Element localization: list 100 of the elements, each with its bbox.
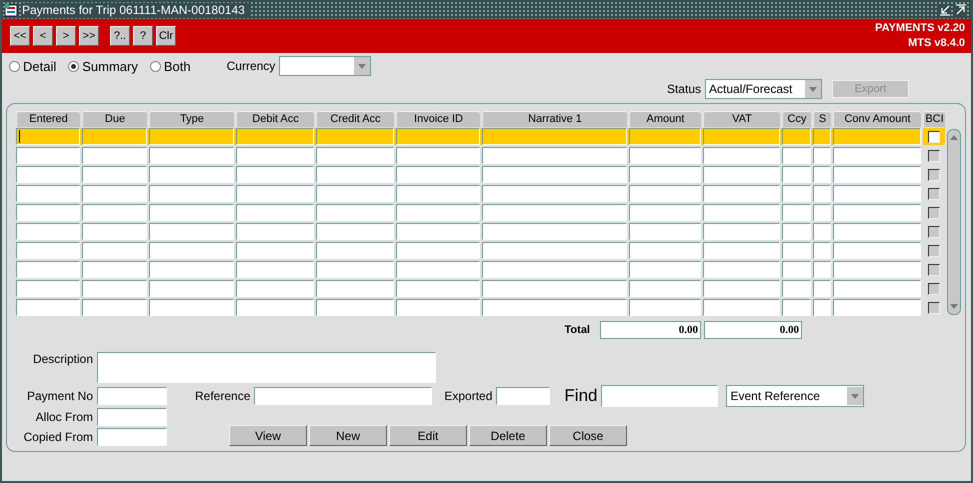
table-cell[interactable]: [629, 261, 701, 278]
table-cell[interactable]: [82, 261, 147, 278]
toolbar-button[interactable]: Clr: [156, 26, 176, 46]
exported-field[interactable]: [496, 387, 550, 405]
table-cell[interactable]: [833, 223, 921, 240]
action-button[interactable]: Delete: [469, 425, 547, 446]
table-cell[interactable]: [703, 242, 780, 259]
table-cell[interactable]: [82, 166, 147, 183]
table-cell[interactable]: [813, 299, 831, 316]
currency-dropdown[interactable]: [279, 56, 372, 76]
table-cell[interactable]: [703, 261, 780, 278]
table-cell[interactable]: [82, 185, 147, 202]
table-cell[interactable]: [16, 147, 80, 164]
table-cell[interactable]: [482, 166, 627, 183]
table-cell[interactable]: [149, 128, 234, 145]
table-cell[interactable]: [813, 280, 831, 297]
table-cell[interactable]: [482, 147, 627, 164]
checkbox[interactable]: [928, 206, 940, 218]
table-cell[interactable]: [833, 185, 921, 202]
table-cell[interactable]: [82, 242, 147, 259]
action-button[interactable]: New: [309, 425, 387, 446]
table-cell[interactable]: [396, 280, 480, 297]
table-cell[interactable]: [782, 261, 811, 278]
table-cell[interactable]: [703, 280, 780, 297]
table-cell[interactable]: [629, 223, 701, 240]
toolbar-button[interactable]: >>: [79, 26, 99, 46]
table-cell[interactable]: [16, 299, 80, 316]
checkbox[interactable]: [928, 302, 940, 314]
table-cell[interactable]: [782, 299, 811, 316]
table-cell[interactable]: [396, 204, 480, 221]
toolbar-button[interactable]: ?: [133, 26, 153, 46]
table-cell[interactable]: [629, 299, 701, 316]
table-cell[interactable]: [236, 242, 314, 259]
table-row[interactable]: [16, 223, 921, 240]
status-dropdown[interactable]: Actual/Forecast: [705, 79, 822, 99]
table-cell[interactable]: [629, 128, 701, 145]
table-row[interactable]: [16, 166, 921, 183]
table-cell[interactable]: [782, 242, 811, 259]
maximize-icon[interactable]: [955, 4, 967, 16]
table-cell[interactable]: [149, 185, 234, 202]
table-row[interactable]: [16, 204, 921, 221]
table-cell[interactable]: [833, 242, 921, 259]
table-cell[interactable]: [82, 223, 147, 240]
table-cell[interactable]: [833, 299, 921, 316]
scrollbar[interactable]: [947, 129, 961, 315]
reference-field[interactable]: [254, 387, 432, 405]
table-cell[interactable]: [833, 128, 921, 145]
table-cell[interactable]: [782, 147, 811, 164]
checkbox[interactable]: [928, 244, 940, 256]
table-cell[interactable]: [629, 204, 701, 221]
description-field[interactable]: [97, 352, 436, 383]
radio-option[interactable]: Summary: [68, 58, 138, 74]
table-cell[interactable]: [813, 128, 831, 145]
table-cell[interactable]: [82, 128, 147, 145]
table-cell[interactable]: [236, 204, 314, 221]
checkbox[interactable]: [928, 188, 940, 200]
table-cell[interactable]: [813, 223, 831, 240]
table-cell[interactable]: [813, 147, 831, 164]
table-cell[interactable]: [236, 128, 314, 145]
table-cell[interactable]: [813, 166, 831, 183]
table-cell[interactable]: [629, 147, 701, 164]
table-cell[interactable]: [703, 166, 780, 183]
table-cell[interactable]: [482, 223, 627, 240]
find-field[interactable]: [601, 385, 718, 407]
checkbox[interactable]: [928, 264, 940, 276]
table-row[interactable]: [16, 128, 921, 145]
table-cell[interactable]: [236, 261, 314, 278]
table-cell[interactable]: [833, 261, 921, 278]
table-cell[interactable]: [149, 166, 234, 183]
table-cell[interactable]: [782, 185, 811, 202]
table-cell[interactable]: [149, 223, 234, 240]
table-cell[interactable]: [703, 223, 780, 240]
table-cell[interactable]: [833, 280, 921, 297]
table-cell[interactable]: [482, 280, 627, 297]
table-cell[interactable]: [149, 242, 234, 259]
table-cell[interactable]: [482, 204, 627, 221]
table-cell[interactable]: [782, 204, 811, 221]
table-cell[interactable]: [149, 147, 234, 164]
toolbar-button[interactable]: ?..: [110, 26, 130, 46]
table-cell[interactable]: [16, 261, 80, 278]
table-cell[interactable]: [782, 166, 811, 183]
table-row[interactable]: [16, 242, 921, 259]
table-cell[interactable]: [629, 166, 701, 183]
table-row[interactable]: [16, 185, 921, 202]
table-cell[interactable]: [833, 166, 921, 183]
table-cell[interactable]: [16, 166, 80, 183]
table-cell[interactable]: [396, 261, 480, 278]
table-cell[interactable]: [149, 299, 234, 316]
checkbox[interactable]: [928, 150, 940, 162]
table-cell[interactable]: [813, 242, 831, 259]
find-by-dropdown[interactable]: Event Reference: [726, 385, 864, 407]
table-cell[interactable]: [396, 299, 480, 316]
table-cell[interactable]: [629, 242, 701, 259]
table-cell[interactable]: [82, 204, 147, 221]
toolbar-button[interactable]: <: [33, 26, 53, 46]
table-cell[interactable]: [782, 280, 811, 297]
table-cell[interactable]: [236, 299, 314, 316]
table-cell[interactable]: [16, 242, 80, 259]
table-cell[interactable]: [236, 185, 314, 202]
table-cell[interactable]: [396, 166, 480, 183]
